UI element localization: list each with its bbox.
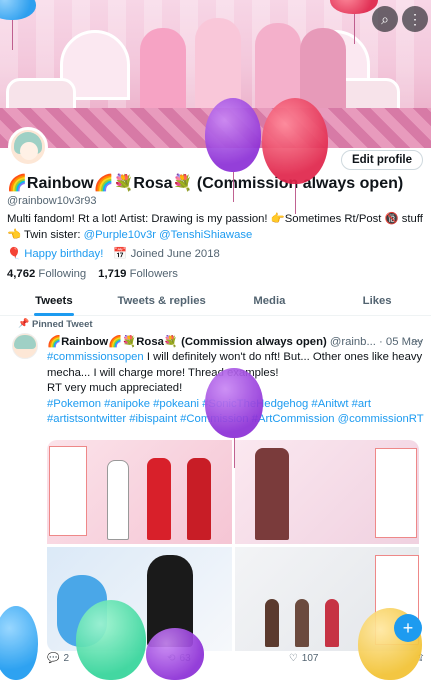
bio-link-tenshi[interactable]: @TenshiShiawase (159, 229, 252, 241)
tweet-avatar-hair (14, 335, 36, 349)
tab-tweets-replies[interactable]: Tweets & replies (108, 288, 216, 315)
compose-icon[interactable]: + (394, 614, 422, 642)
birthday-item[interactable]: 🎈 Happy birthday! (7, 247, 103, 260)
tab-likes[interactable]: Likes (323, 288, 431, 315)
tab-media[interactable]: Media (216, 288, 324, 315)
profile-handle: @rainbow10v3r93 (7, 195, 97, 207)
birthday-balloon (262, 98, 328, 214)
tweet-header: 🌈Rainbow🌈💐Rosa💐 (Commission always open)… (47, 335, 427, 348)
media-image[interactable] (234, 440, 419, 544)
character-figure (264, 599, 279, 647)
price-note (49, 446, 87, 536)
pin-icon: 📌 (18, 318, 30, 328)
bio-link-purple[interactable]: @Purple10v3r (84, 229, 156, 241)
price-note (374, 448, 417, 538)
character-figure (324, 599, 339, 647)
edit-profile-button[interactable]: Edit profile (340, 150, 423, 170)
birthday-balloon (0, 606, 38, 680)
followers-label: Followers (129, 268, 178, 280)
profile-tabs: Tweets Tweets & replies Media Likes (0, 288, 431, 316)
followers-link[interactable]: 1,719 Followers (98, 268, 178, 280)
profile-meta: 🎈 Happy birthday! 📅 Joined June 2018 (7, 247, 220, 260)
media-image[interactable] (47, 440, 232, 544)
following-count: 4,762 (7, 268, 36, 280)
reply-icon: 💬 (47, 653, 60, 664)
character-figure (254, 448, 289, 540)
heart-icon: ♡ (288, 653, 298, 664)
more-icon[interactable]: ⋮ (402, 6, 428, 32)
following-label: Following (38, 268, 87, 280)
like-count: 107 (301, 653, 319, 664)
bio: Multi fandom! Rt a lot! Artist: Drawing … (7, 211, 425, 243)
tweet-avatar[interactable] (12, 333, 38, 359)
birthday-balloon (205, 368, 263, 468)
tweet-more-icon[interactable]: ⋯ (411, 334, 423, 348)
follow-stats: 4,762 Following 1,719 Followers (7, 268, 178, 280)
tab-tweets[interactable]: Tweets (0, 288, 108, 316)
sketch-figure (107, 460, 129, 540)
character-figure (187, 458, 211, 540)
avatar-face (20, 142, 38, 160)
character-figure (147, 458, 171, 540)
joined-text: Joined June 2018 (130, 248, 220, 260)
hashtag-commissionsopen[interactable]: #commissionsopen (47, 351, 144, 363)
display-name: 🌈Rainbow🌈💐Rosa💐 (Commission always open) (7, 175, 404, 192)
avatar[interactable] (8, 127, 48, 167)
like-button[interactable]: ♡ 107 (289, 653, 319, 664)
reply-button[interactable]: 💬 2 (47, 653, 69, 664)
character-figure (294, 599, 309, 647)
following-link[interactable]: 4,762 Following (7, 268, 86, 280)
tweet-line2: RT very much appreciated! (47, 382, 183, 394)
birthday-balloon (146, 628, 204, 680)
followers-count: 1,719 (98, 268, 127, 280)
tweet-author[interactable]: 🌈Rainbow🌈💐Rosa💐 (Commission always open) (47, 336, 327, 348)
balloon-icon: 🎈 (7, 248, 22, 260)
birthday-text: Happy birthday! (24, 248, 104, 260)
birthday-balloon (76, 600, 146, 680)
joined-item: 📅 Joined June 2018 (113, 247, 219, 260)
reply-count: 2 (63, 653, 70, 664)
calendar-icon: 📅 (113, 248, 128, 260)
birthday-balloon (205, 98, 261, 202)
tweet-handle[interactable]: @rainb... (330, 336, 376, 348)
search-icon[interactable]: ⌕ (372, 6, 398, 32)
pinned-label: Pinned Tweet (32, 319, 93, 330)
